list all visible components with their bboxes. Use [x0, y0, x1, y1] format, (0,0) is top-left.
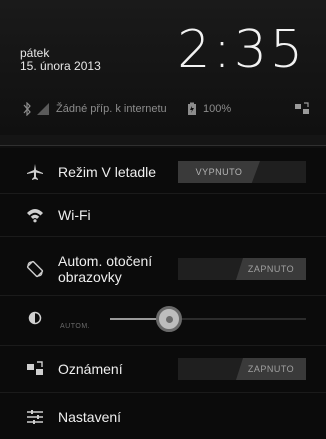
airplane-mode-state: VYPNUTO	[178, 161, 260, 183]
notifications-toggle-icon	[24, 358, 46, 380]
auto-rotate-state: ZAPNUTO	[236, 258, 306, 280]
status-bar: Žádné příp. k internetu 100%	[22, 100, 312, 118]
signal-icon	[36, 100, 50, 118]
notifications-toggle[interactable]: ZAPNUTO	[178, 358, 306, 380]
settings-sliders-icon	[24, 406, 46, 428]
auto-rotate-label-line2: obrazovky	[58, 269, 122, 285]
airplane-icon	[24, 161, 46, 183]
divider	[0, 295, 326, 296]
drag-handle[interactable]	[0, 135, 326, 146]
clock: 2:35	[177, 20, 306, 80]
battery-icon	[187, 100, 197, 118]
airplane-mode-row[interactable]: Režim V letadle VYPNUTO	[0, 151, 326, 193]
auto-rotate-label-line1: Autom. otočení	[58, 253, 153, 269]
brightness-slider-knob[interactable]	[155, 306, 182, 332]
date-display: pátek 15. února 2013	[20, 47, 101, 73]
full-date: 15. února 2013	[20, 59, 101, 73]
wifi-icon	[24, 204, 46, 226]
auto-brightness-label[interactable]: AUTOM.	[60, 323, 90, 330]
auto-rotate-toggle[interactable]: ZAPNUTO	[178, 258, 306, 280]
notifications-state: ZAPNUTO	[236, 358, 306, 380]
auto-rotate-label: Autom. otočení obrazovky	[58, 253, 152, 285]
divider	[0, 345, 326, 346]
bluetooth-icon	[22, 100, 32, 118]
notifications-label: Oznámení	[58, 361, 123, 377]
wifi-row[interactable]: Wi-Fi	[0, 194, 326, 236]
airplane-mode-toggle[interactable]: VYPNUTO	[178, 161, 306, 183]
notifications-row[interactable]: Oznámení ZAPNUTO	[0, 348, 326, 390]
wifi-label: Wi-Fi	[58, 207, 91, 223]
brightness-icon	[28, 311, 42, 330]
status-header: pátek 15. února 2013 2:35 Žádné příp. k …	[0, 0, 326, 148]
network-status: Žádné příp. k internetu	[56, 103, 167, 115]
knob-dot	[165, 316, 173, 323]
divider	[0, 236, 326, 237]
battery-percent: 100%	[203, 103, 232, 115]
auto-rotate-row[interactable]: Autom. otočení obrazovky ZAPNUTO	[0, 246, 326, 292]
airplane-mode-label: Režim V letadle	[58, 164, 157, 180]
settings-row[interactable]: Nastavení	[0, 396, 326, 438]
divider	[0, 392, 326, 393]
rotation-icon	[24, 258, 46, 280]
notifications-icon[interactable]	[294, 100, 310, 118]
settings-label: Nastavení	[58, 409, 122, 425]
